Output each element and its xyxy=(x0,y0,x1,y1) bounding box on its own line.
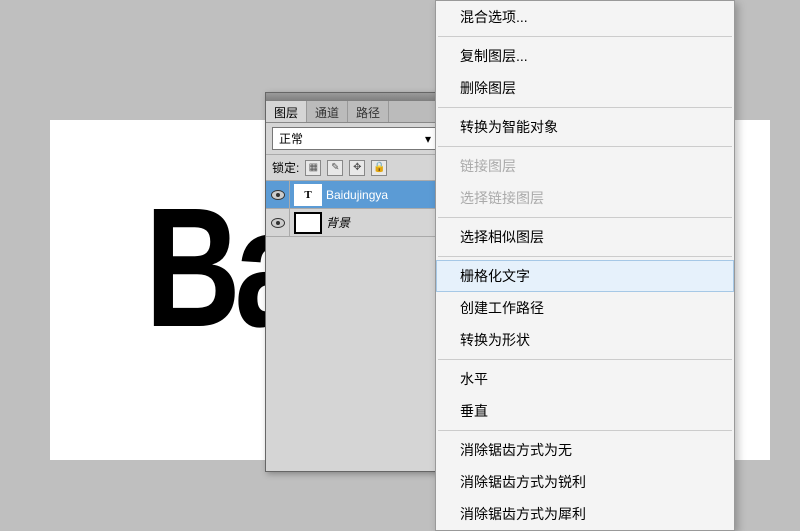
menu-item: 选择链接图层 xyxy=(436,182,734,214)
layer-thumbnail[interactable] xyxy=(294,212,322,234)
layer-name[interactable]: 背景 xyxy=(326,214,350,231)
menu-separator xyxy=(438,146,732,147)
blend-mode-row: 正常 ▾ xyxy=(266,123,444,155)
panel-tabs: 图层 通道 路径 xyxy=(266,101,444,123)
menu-separator xyxy=(438,107,732,108)
menu-separator xyxy=(438,217,732,218)
menu-item[interactable]: 混合选项... xyxy=(436,1,734,33)
layer-row[interactable]: T Baidujingya xyxy=(266,181,444,209)
layer-name[interactable]: Baidujingya xyxy=(326,188,388,202)
visibility-toggle[interactable] xyxy=(266,209,290,236)
blend-mode-value: 正常 xyxy=(279,130,303,147)
menu-item[interactable]: 选择相似图层 xyxy=(436,221,734,253)
visibility-toggle[interactable] xyxy=(266,181,290,208)
menu-separator xyxy=(438,36,732,37)
menu-item[interactable]: 水平 xyxy=(436,363,734,395)
layer-row[interactable]: 背景 xyxy=(266,209,444,237)
eye-icon xyxy=(271,218,285,228)
lock-move-icon[interactable]: ✥ xyxy=(349,160,365,176)
menu-item[interactable]: 消除锯齿方式为锐利 xyxy=(436,466,734,498)
menu-separator xyxy=(438,256,732,257)
lock-brush-icon[interactable]: ✎ xyxy=(327,160,343,176)
menu-item[interactable]: 消除锯齿方式为无 xyxy=(436,434,734,466)
menu-item[interactable]: 转换为智能对象 xyxy=(436,111,734,143)
menu-item[interactable]: 转换为形状 xyxy=(436,324,734,356)
eye-icon xyxy=(271,190,285,200)
tab-channels[interactable]: 通道 xyxy=(307,101,348,122)
menu-item[interactable]: 垂直 xyxy=(436,395,734,427)
lock-all-icon[interactable]: 🔒 xyxy=(371,160,387,176)
tab-paths[interactable]: 路径 xyxy=(348,101,389,122)
menu-separator xyxy=(438,359,732,360)
menu-item[interactable]: 删除图层 xyxy=(436,72,734,104)
tab-layers[interactable]: 图层 xyxy=(266,101,307,122)
menu-item[interactable]: 复制图层... xyxy=(436,40,734,72)
menu-item[interactable]: 创建工作路径 xyxy=(436,292,734,324)
lock-transparent-icon[interactable]: ▦ xyxy=(305,160,321,176)
chevron-down-icon: ▾ xyxy=(425,132,431,146)
menu-item[interactable]: 栅格化文字 xyxy=(436,260,734,292)
panel-titlebar[interactable] xyxy=(266,93,444,101)
menu-separator xyxy=(438,430,732,431)
menu-item[interactable]: 消除锯齿方式为犀利 xyxy=(436,498,734,530)
blend-mode-select[interactable]: 正常 ▾ xyxy=(272,127,438,150)
menu-item: 链接图层 xyxy=(436,150,734,182)
layers-panel: 图层 通道 路径 正常 ▾ 锁定: ▦ ✎ ✥ 🔒 T Baidujingya … xyxy=(265,92,445,472)
lock-row: 锁定: ▦ ✎ ✥ 🔒 xyxy=(266,155,444,181)
layer-list: T Baidujingya 背景 xyxy=(266,181,444,237)
layer-thumbnail[interactable]: T xyxy=(294,184,322,206)
lock-label: 锁定: xyxy=(272,159,299,176)
layer-context-menu: 混合选项... 复制图层...删除图层转换为智能对象链接图层选择链接图层选择相似图… xyxy=(435,0,735,531)
